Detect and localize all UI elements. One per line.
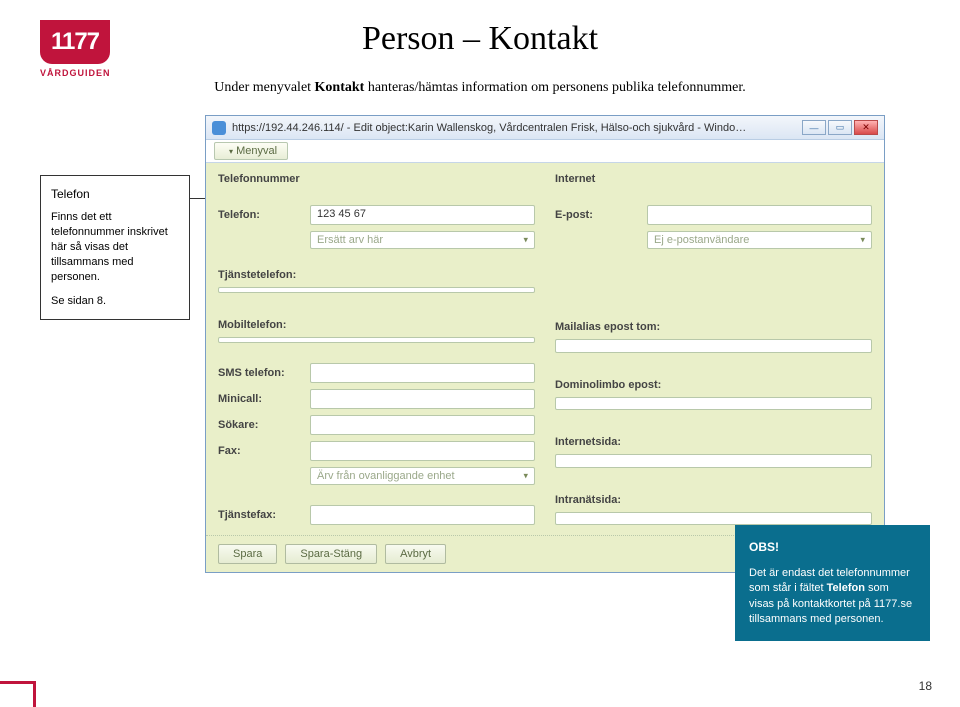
sokare-input[interactable] xyxy=(310,415,535,435)
field-minicall: Minicall: xyxy=(218,389,535,409)
window-controls: — ▭ ✕ xyxy=(802,120,878,135)
page-intro: Under menyvalet Kontakt hanteras/hämtas … xyxy=(0,80,960,96)
intro-bold: Kontakt xyxy=(315,80,365,95)
menubar: ▾ Menyval xyxy=(206,140,884,163)
intranatsida-label: Intranätsida: xyxy=(555,494,872,506)
dominolimbo-label: Dominolimbo epost: xyxy=(555,379,872,391)
tjanstefax-input[interactable] xyxy=(310,505,535,525)
tjanstefax-label: Tjänstefax: xyxy=(218,509,302,521)
logo-subtext: VÅRDGUIDEN xyxy=(40,68,111,78)
fax-input[interactable] xyxy=(310,441,535,461)
epost-input[interactable] xyxy=(647,205,872,225)
callout-reference: Se sidan 8. xyxy=(51,294,179,309)
form-area: Telefonnummer Telefon: 123 45 67 Ersätt … xyxy=(206,163,884,535)
callout-title: Telefon xyxy=(51,186,179,202)
field-tjanstefax: Tjänstefax: xyxy=(218,505,535,525)
window-titlebar: https://192.44.246.114/ - Edit object:Ka… xyxy=(206,116,884,140)
mobiltelefon-input[interactable] xyxy=(218,337,535,343)
section-internet: Internet xyxy=(555,173,872,185)
page-number: 18 xyxy=(919,679,932,693)
menyval-label: Menyval xyxy=(236,145,277,157)
mobiltelefon-label: Mobiltelefon: xyxy=(218,319,535,331)
section-telefonnummer: Telefonnummer xyxy=(218,173,535,185)
telefon-label: Telefon: xyxy=(218,209,302,221)
sms-input[interactable] xyxy=(310,363,535,383)
fax-label: Fax: xyxy=(218,445,302,457)
telefon-inherit-select[interactable]: Ersätt arv här xyxy=(310,231,535,249)
mailalias-input[interactable] xyxy=(555,339,872,353)
minimize-button[interactable]: — xyxy=(802,120,826,135)
spara-stang-button[interactable]: Spara-Stäng xyxy=(285,544,377,564)
field-telefon: Telefon: 123 45 67 xyxy=(218,205,535,225)
tjanstetelefon-input[interactable] xyxy=(218,287,535,293)
avbryt-button[interactable]: Avbryt xyxy=(385,544,446,564)
sms-label: SMS telefon: xyxy=(218,367,302,379)
field-epost: E-post: xyxy=(555,205,872,225)
minicall-label: Minicall: xyxy=(218,393,302,405)
page-title: Person – Kontakt xyxy=(0,20,960,58)
chevron-down-icon: ▾ xyxy=(229,147,233,156)
dominolimbo-input[interactable] xyxy=(555,397,872,411)
epost-inherit-select[interactable]: Ej e-postanvändare xyxy=(647,231,872,249)
field-sms: SMS telefon: xyxy=(218,363,535,383)
left-column: Telefonnummer Telefon: 123 45 67 Ersätt … xyxy=(218,173,535,525)
obs-bold: Telefon xyxy=(827,582,865,594)
internetsida-input[interactable] xyxy=(555,454,872,468)
decorative-corner xyxy=(0,681,36,707)
close-button[interactable]: ✕ xyxy=(854,120,878,135)
maximize-button[interactable]: ▭ xyxy=(828,120,852,135)
app-window: https://192.44.246.114/ - Edit object:Ka… xyxy=(205,115,885,573)
sokare-label: Sökare: xyxy=(218,419,302,431)
mailalias-label: Mailalias epost tom: xyxy=(555,321,872,333)
favicon-icon xyxy=(212,121,226,135)
fax-inherit-select[interactable]: Ärv från ovanliggande enhet xyxy=(310,467,535,485)
intro-prefix: Under menyvalet xyxy=(214,80,314,95)
callout-telefon: Telefon Finns det ett telefonnummer insk… xyxy=(40,175,190,320)
internetsida-label: Internetsida: xyxy=(555,436,872,448)
intranatsida-input[interactable] xyxy=(555,512,872,526)
window-title: https://192.44.246.114/ - Edit object:Ka… xyxy=(232,122,752,134)
field-sokare: Sökare: xyxy=(218,415,535,435)
obs-heading: OBS! xyxy=(749,539,916,556)
epost-label: E-post: xyxy=(555,209,639,221)
right-column: Internet E-post: Ej e-postanvändare Mail… xyxy=(555,173,872,525)
minicall-input[interactable] xyxy=(310,389,535,409)
field-fax: Fax: xyxy=(218,441,535,461)
intro-suffix: hanteras/hämtas information om personens… xyxy=(364,80,745,95)
obs-text: Det är endast det telefonnummer som står… xyxy=(749,566,916,628)
menyval-dropdown[interactable]: ▾ Menyval xyxy=(214,142,288,160)
spara-button[interactable]: Spara xyxy=(218,544,277,564)
callout-obs: OBS! Det är endast det telefonnummer som… xyxy=(735,525,930,641)
tjanstetelefon-label: Tjänstetelefon: xyxy=(218,269,535,281)
telefon-input[interactable]: 123 45 67 xyxy=(310,205,535,225)
callout-body: Finns det ett telefonnummer inskrivet hä… xyxy=(51,210,179,284)
